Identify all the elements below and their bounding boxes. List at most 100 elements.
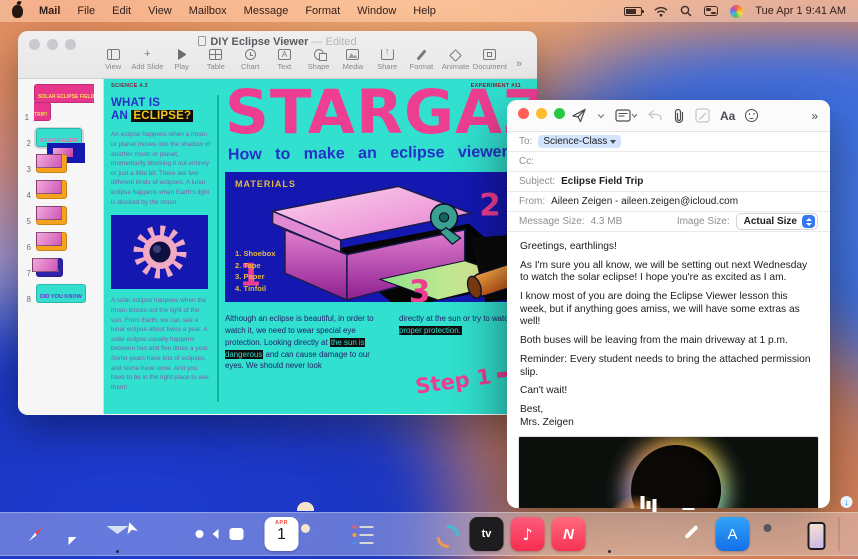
slide-thumbnail-1[interactable]: 1 SOLAR ECLIPSE FIELD TRIP! [18,83,103,123]
token-chevron-icon [610,140,616,144]
to-field[interactable]: To: Science-Class [507,132,830,152]
mail-compose-window: Aa » To: Science-Class Cc: Subject: Ecli… [507,100,830,508]
body-paragraph: Best, Mrs. Zeigen [520,404,817,429]
slide-thumbnail-4[interactable]: 4 STEP 2: [18,179,103,201]
toolbar-add-slide-button[interactable]: Add Slide [130,49,164,71]
toolbar-chart-button[interactable]: Chart [233,49,267,71]
document-proxy-icon [198,36,206,46]
spotlight-search-icon[interactable] [680,5,692,17]
eclipse-photo-attachment[interactable] [518,436,819,508]
dock-icon-apple-tv[interactable]: tv [470,515,504,553]
mail-toolbar: Aa » [507,100,830,132]
toolbar-view-button[interactable]: View [96,49,130,71]
dock-icon-news[interactable]: N [552,515,586,553]
control-center-icon[interactable] [704,6,718,16]
battery-icon[interactable] [624,7,642,16]
menu-bar-clock[interactable]: Tue Apr 1 9:41 AM [755,5,846,17]
emoji-button[interactable] [745,109,758,122]
apple-menu-icon[interactable] [12,5,23,18]
slide-thumbnail-6[interactable]: 6 STEP 4: [18,231,103,253]
toolbar-table-button[interactable]: Table [199,49,233,71]
dock-icon-reminders[interactable] [347,515,381,553]
toolbar-media-button[interactable]: Media [336,49,370,71]
dock-icon-pages[interactable] [675,515,709,553]
image-size-select[interactable]: Actual Size [736,213,818,230]
toolbar-text-button[interactable]: Text [267,49,301,71]
dock-icon-launchpad[interactable] [0,515,12,553]
slide-thumbnail-2-selected[interactable]: 2 STARGAZER [18,127,103,149]
send-button[interactable] [571,108,587,123]
dock-icon-freeform[interactable] [429,515,463,553]
close-button[interactable] [29,39,40,50]
menu-mailbox[interactable]: Mailbox [189,5,227,17]
slide-thumbnail-3[interactable]: 3 STEP 1: [18,153,103,175]
dock-icon-numbers[interactable] [634,515,668,553]
dock-icon-system-settings[interactable] [757,515,791,553]
from-field[interactable]: From: Aileen Zeigen - aileen.zeigen@iclo… [507,192,830,212]
table-icon [209,49,222,60]
minimize-button[interactable] [47,39,58,50]
menu-format[interactable]: Format [305,5,340,17]
markup-button-disabled[interactable] [695,108,710,123]
dock-icon-facetime[interactable] [224,515,258,553]
format-button[interactable]: Aa [720,109,735,123]
menu-edit[interactable]: Edit [112,5,131,17]
cc-field[interactable]: Cc: [507,152,830,172]
dock-icon-messages[interactable] [60,515,94,553]
send-options-chevron[interactable] [597,112,605,120]
dock-icon-music[interactable]: ♪ [511,515,545,553]
slide-paragraph-1: An eclipse happens when a moon or planet… [111,130,212,207]
svg-text:2: 2 [479,187,501,223]
dock-icon-photos[interactable] [183,515,217,553]
dock: APR1 tv ♪ N A [0,512,858,556]
wifi-icon[interactable] [654,6,668,17]
recipient-token[interactable]: Science-Class [538,135,621,148]
dock-icon-safari[interactable] [19,515,53,553]
mail-traffic-lights[interactable] [518,108,565,119]
toolbar-animate-button[interactable]: Animate [439,50,473,71]
dock-icon-mail[interactable] [101,515,135,553]
dock-icon-notes[interactable] [388,515,422,553]
menu-file[interactable]: File [77,5,95,17]
chart-icon [245,49,256,60]
menu-mail[interactable]: Mail [39,5,60,17]
dock-icon-downloads[interactable] [847,515,858,553]
toolbar-share-button[interactable]: Share [370,49,404,71]
slide-thumbnail-8[interactable]: 8 DID YOU KNOW [18,283,103,305]
slide-thumbnail-5[interactable]: 5 STEP 3: [18,205,103,227]
toolbar-format-button[interactable]: Format [404,49,438,71]
attach-button[interactable] [673,108,685,124]
close-button[interactable] [518,108,529,119]
reply-button-disabled[interactable] [647,109,663,122]
menu-message[interactable]: Message [244,5,289,17]
toolbar-play-button[interactable]: Play [165,49,199,71]
slide-thumbnail-7[interactable]: 7 STEP 5: [18,257,103,279]
menu-window[interactable]: Window [357,5,396,17]
subject-field[interactable]: Subject: Eclipse Field Trip [507,172,830,192]
zoom-button[interactable] [65,39,76,50]
zoom-button[interactable] [554,108,565,119]
dock-icon-app-store[interactable]: A [716,515,750,553]
view-icon [107,49,120,60]
keynote-traffic-lights[interactable] [29,39,76,50]
photos-menu-extra-icon[interactable] [730,5,743,18]
keynote-titlebar[interactable]: DIY Eclipse Viewer — Edited View Add Sli… [18,31,537,79]
mail-toolbar-overflow[interactable]: » [811,109,818,123]
message-size-value: 4.3 MB [591,216,623,227]
menu-help[interactable]: Help [413,5,436,17]
toolbar-document-button[interactable]: Document [473,49,507,71]
dock-icon-keynote[interactable] [593,515,627,553]
slide-course-code: SCIENCE 4.2 [111,83,148,89]
toolbar-overflow-chevron[interactable]: » [507,58,531,70]
dock-icon-contacts[interactable] [306,515,340,553]
menu-view[interactable]: View [148,5,172,17]
message-body[interactable]: Greetings, earthlings! As I'm sure you a… [507,232,830,429]
add-slide-icon [141,49,154,60]
toolbar-shape-button[interactable]: Shape [302,49,336,71]
slide-canvas[interactable]: SCIENCE 4.2 EXPERIMENT #11 WHAT IS AN EC… [104,79,537,414]
dock-icon-maps[interactable] [142,515,176,553]
dock-icon-calendar[interactable]: APR1 [265,515,299,553]
header-fields-button[interactable] [615,109,637,123]
minimize-button[interactable] [536,108,547,119]
dock-icon-iphone-mirroring[interactable] [798,515,832,553]
